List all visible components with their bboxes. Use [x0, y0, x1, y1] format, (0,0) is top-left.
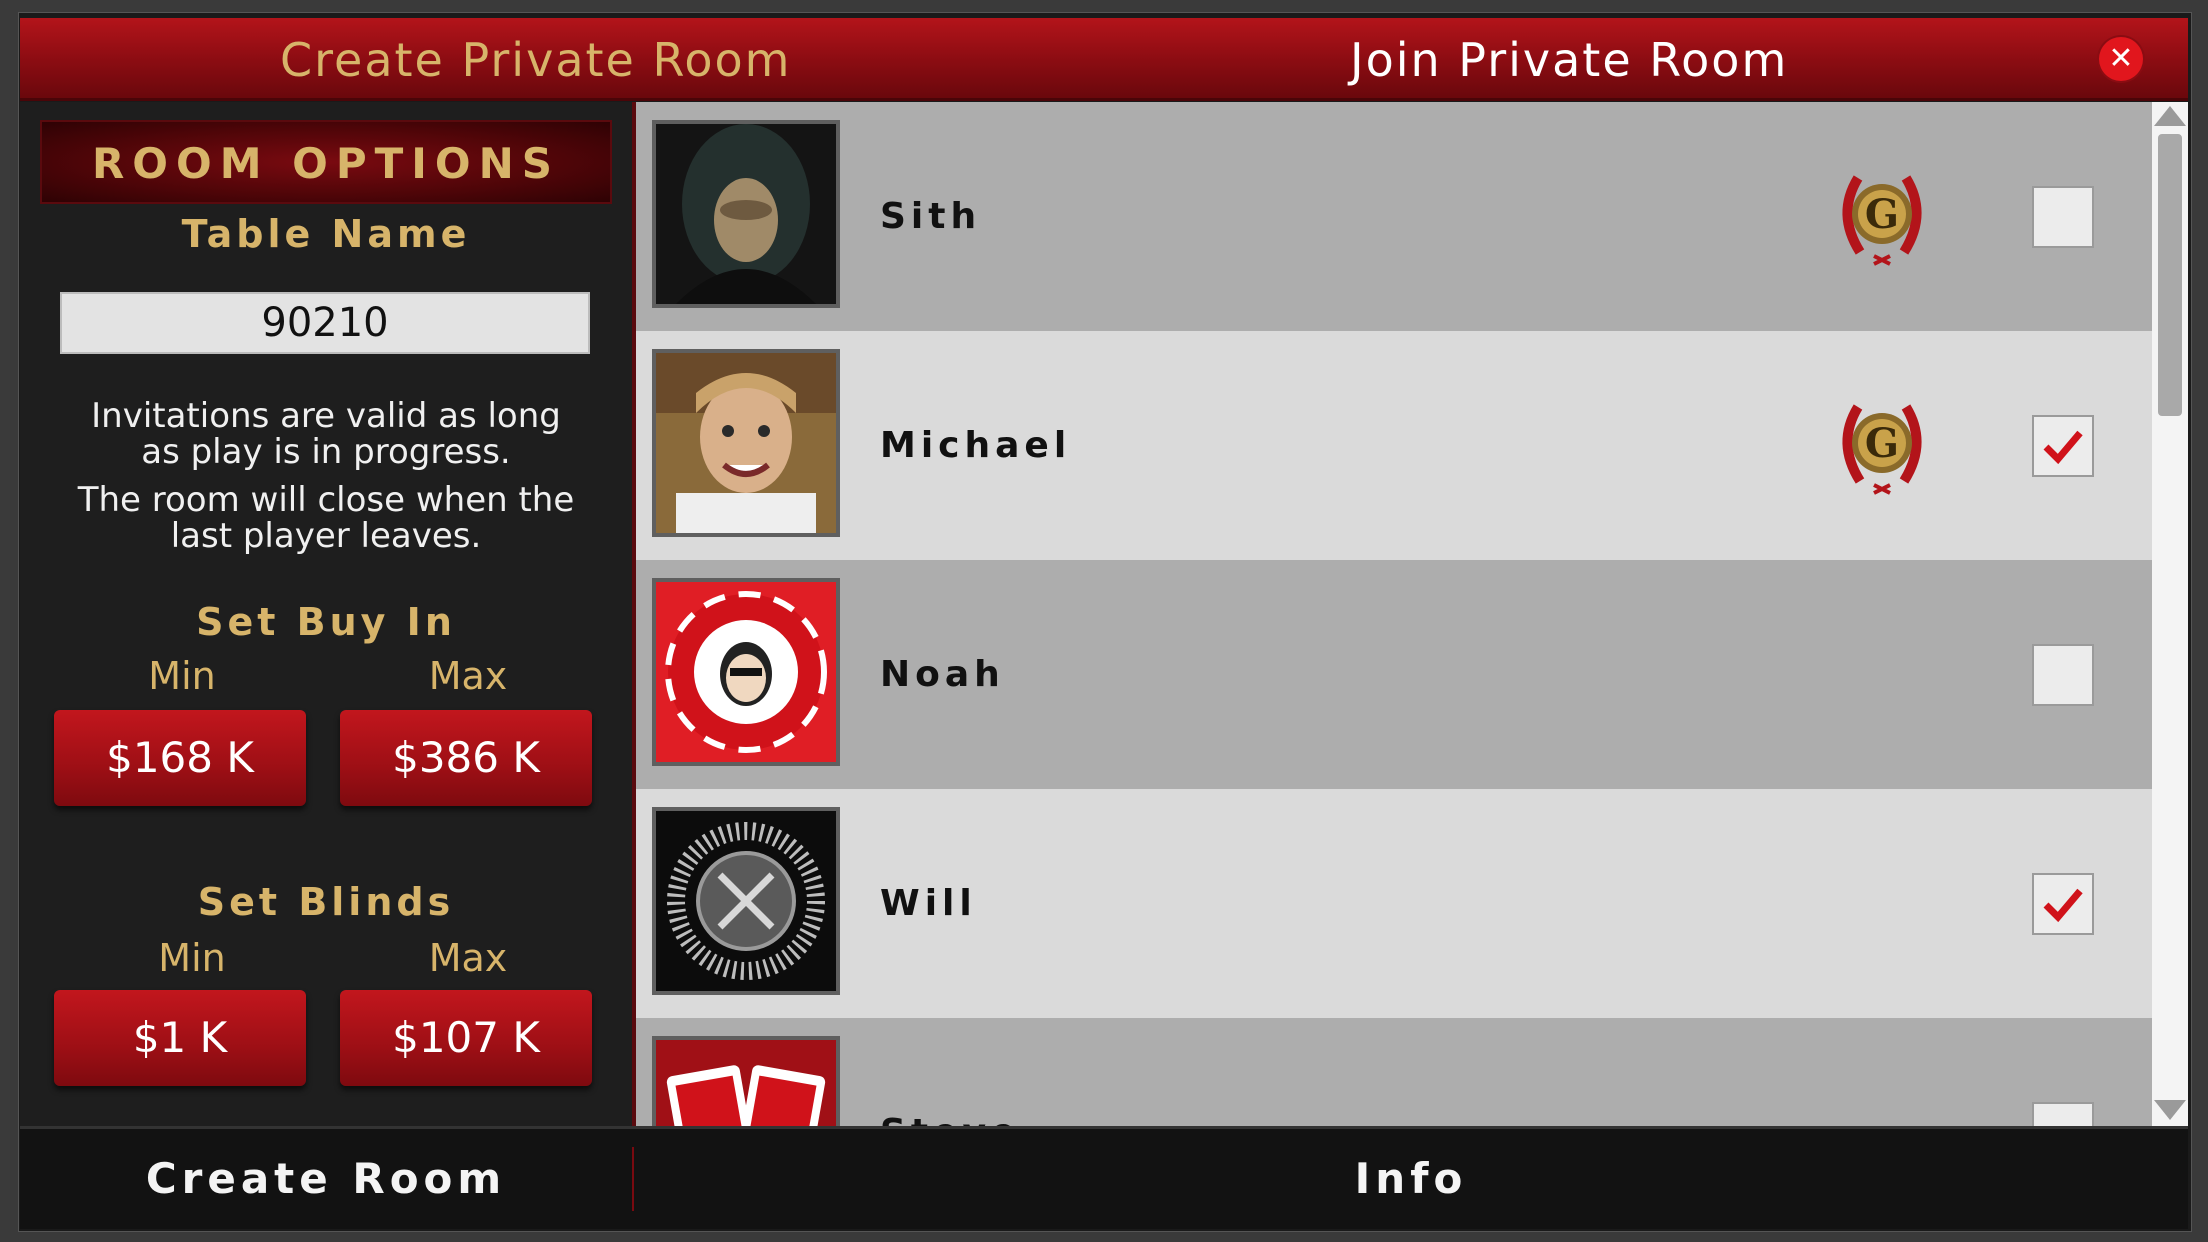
- tab-create-private-room[interactable]: Create Private Room: [280, 18, 791, 98]
- player-list[interactable]: Sith G Michael G Noah Will: [636, 102, 2152, 1126]
- el-patron-chip-avatar: [652, 578, 840, 766]
- set-buy-in-label: Set Buy In: [196, 600, 456, 644]
- buy-in-max-label: Max: [428, 654, 508, 698]
- header-bar: Create Private Room Join Private Room ✕: [20, 18, 2188, 101]
- el-patron-cards-avatar: [652, 1036, 840, 1126]
- invite-checkbox[interactable]: [2032, 1102, 2094, 1126]
- invite-checkbox[interactable]: [2032, 644, 2094, 706]
- invite-checkbox[interactable]: [2032, 873, 2094, 935]
- invite-checkbox[interactable]: [2032, 186, 2094, 248]
- player-name: Sith: [880, 196, 982, 237]
- set-blinds-label: Set Blinds: [197, 880, 455, 924]
- player-row[interactable]: Sith G: [636, 102, 2152, 331]
- tab-join-private-room[interactable]: Join Private Room: [1350, 18, 1788, 98]
- invite-checkbox[interactable]: [2032, 415, 2094, 477]
- info-line-2: as play is in progress.: [141, 432, 511, 472]
- checkmark-icon: [2043, 430, 2083, 465]
- blinds-max-label: Max: [428, 936, 508, 980]
- player-row[interactable]: Michael G: [636, 331, 2152, 560]
- g-laurel-badge-icon: G: [1830, 164, 1934, 268]
- blinds-max-button[interactable]: $107 K: [340, 990, 592, 1086]
- info-line-1: Invitations are valid as long: [91, 396, 561, 436]
- close-icon[interactable]: ✕: [2099, 37, 2143, 81]
- hooded-figure-avatar: [652, 120, 840, 308]
- info-line-3: The room will close when the: [77, 480, 575, 520]
- player-name: Will: [880, 883, 977, 924]
- scroll-down-arrow-icon[interactable]: [2154, 1100, 2186, 1120]
- smiling-man-avatar: [652, 349, 840, 537]
- info-button[interactable]: Info: [634, 1129, 2188, 1229]
- table-name-label: Table Name: [181, 212, 471, 256]
- info-line-4: last player leaves.: [170, 516, 482, 556]
- table-name-input[interactable]: 90210: [60, 292, 590, 354]
- g-laurel-badge-icon: G: [1830, 393, 1934, 497]
- footer-bar: Create Room Info: [20, 1126, 2188, 1229]
- buy-in-min-button[interactable]: $168 K: [54, 710, 306, 806]
- buy-in-min-label: Min: [148, 654, 216, 698]
- spiked-emblem-avatar: [652, 807, 840, 995]
- svg-text:G: G: [1865, 420, 1899, 467]
- player-name: Noah: [880, 654, 1005, 695]
- svg-text:G: G: [1865, 191, 1899, 238]
- blinds-min-label: Min: [158, 936, 226, 980]
- room-options-panel: ROOM OPTIONS Table Name 90210 Invitation…: [20, 102, 632, 1126]
- create-room-button[interactable]: Create Room: [20, 1129, 632, 1229]
- player-row[interactable]: Will: [636, 789, 2152, 1018]
- player-row[interactable]: Noah: [636, 560, 2152, 789]
- buy-in-max-button[interactable]: $386 K: [340, 710, 592, 806]
- player-name: Michael: [880, 425, 1072, 466]
- checkmark-icon: [2043, 888, 2083, 923]
- room-options-banner: ROOM OPTIONS: [40, 120, 612, 204]
- player-name: Steve: [880, 1018, 1020, 1126]
- blinds-min-button[interactable]: $1 K: [54, 990, 306, 1086]
- scrollbar-thumb[interactable]: [2158, 134, 2182, 416]
- player-row[interactable]: Steve: [636, 1018, 2152, 1126]
- scroll-up-arrow-icon[interactable]: [2154, 106, 2186, 126]
